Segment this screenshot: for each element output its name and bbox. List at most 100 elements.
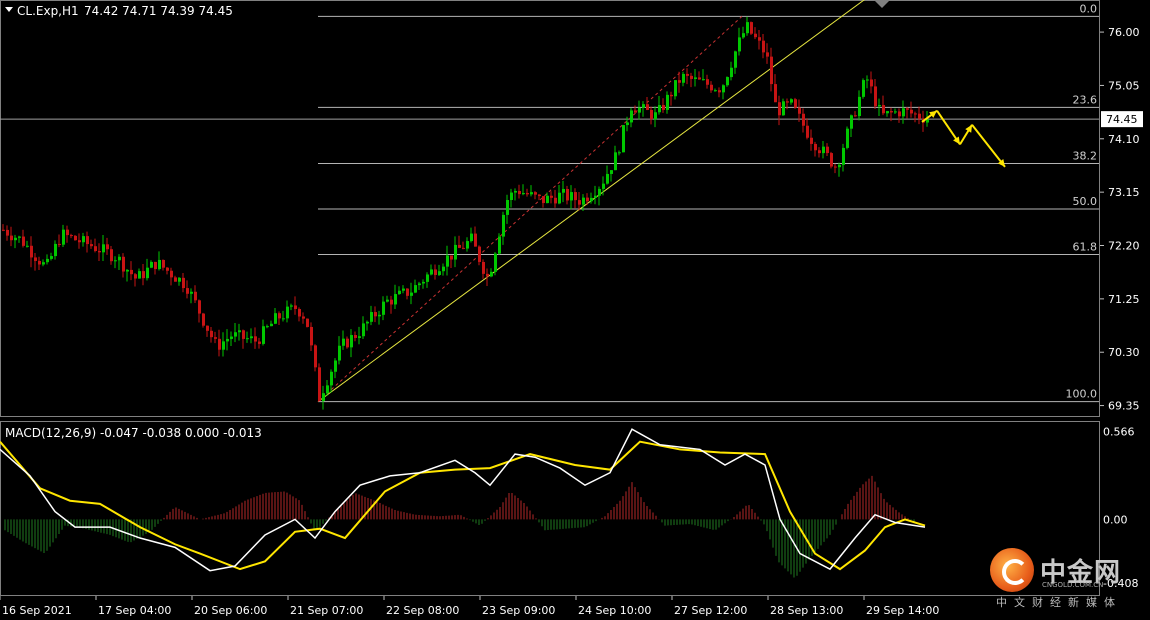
candle-body <box>390 299 393 305</box>
candle-body <box>334 360 337 372</box>
candle-body <box>674 80 677 97</box>
candle-body <box>910 109 913 114</box>
macd-tick-label: 0.00 <box>1103 513 1128 526</box>
candle-body <box>86 236 89 245</box>
candle-body <box>574 192 577 201</box>
price-chart[interactable]: CL.Exp,H1 74.42 74.71 74.39 74.45 MACD(1… <box>0 0 1150 620</box>
candle-body <box>194 291 197 301</box>
candle-body <box>742 33 745 38</box>
candle-body <box>538 194 541 197</box>
candle-body <box>654 112 657 120</box>
candle-body <box>490 271 493 277</box>
candle-body <box>338 345 341 361</box>
candle-body <box>394 294 397 305</box>
dropdown-triangle-icon[interactable] <box>5 7 13 12</box>
candle-body <box>414 285 417 293</box>
price-tick-label: 76.00 <box>1108 26 1140 39</box>
candle-body <box>78 240 81 243</box>
price-tick-label: 74.10 <box>1108 133 1140 146</box>
candle-body <box>222 341 225 350</box>
candle-body <box>26 245 29 247</box>
candle-body <box>702 79 705 81</box>
candle-body <box>558 192 561 204</box>
candle-body <box>714 90 717 92</box>
candle-body <box>406 288 409 296</box>
candle-body <box>770 56 773 85</box>
candle-body <box>914 113 917 115</box>
candle-body <box>786 101 789 103</box>
watermark-url: CNGOLD.COM.CN <box>1042 581 1104 589</box>
candle-body <box>278 313 281 319</box>
candle-body <box>638 107 641 113</box>
fib-level-label: 61.8 <box>1073 240 1098 253</box>
macd-signal-line <box>0 440 926 571</box>
candle-body <box>230 336 233 339</box>
candle-body <box>726 77 729 86</box>
candle-body <box>598 188 601 196</box>
candle-body <box>250 336 253 339</box>
candle-body <box>430 269 433 275</box>
candle-body <box>722 85 725 93</box>
candle-body <box>346 338 349 348</box>
candle-body <box>74 235 77 241</box>
candle-body <box>310 326 313 346</box>
symbol-label: CL.Exp,H1 <box>17 4 79 18</box>
candle-body <box>298 309 301 317</box>
candle-body <box>454 244 457 260</box>
candle-body <box>898 111 901 117</box>
candle-body <box>746 22 749 34</box>
fib-level-label: 38.2 <box>1073 150 1098 163</box>
candle-body <box>866 79 869 81</box>
candle-body <box>710 84 713 91</box>
candle-body <box>758 37 761 41</box>
candle-body <box>434 269 437 275</box>
candle-body <box>226 338 229 342</box>
candle-body <box>206 325 209 331</box>
candle-body <box>826 146 829 154</box>
candle-body <box>118 256 121 261</box>
candle-body <box>262 326 265 344</box>
trend-lines[interactable] <box>0 0 1099 403</box>
time-tick-label: 27 Sep 12:00 <box>674 604 747 617</box>
candle-body <box>686 73 689 76</box>
time-tick-label: 23 Sep 09:00 <box>482 604 555 617</box>
candle-body <box>294 305 297 310</box>
time-tick-label: 28 Sep 13:00 <box>770 604 843 617</box>
candle-body <box>182 277 185 289</box>
candle-body <box>122 256 125 272</box>
candle-body <box>154 261 157 270</box>
candle-body <box>778 102 781 116</box>
candle-body <box>606 173 609 184</box>
candle-body <box>602 183 605 189</box>
candle-body <box>358 336 361 338</box>
candle-body <box>174 277 177 282</box>
candle-body <box>158 259 161 270</box>
candle-body <box>818 150 821 154</box>
candle-body <box>30 245 33 258</box>
candle-body <box>670 94 673 97</box>
candle-body <box>450 255 453 260</box>
candle-body <box>58 243 61 245</box>
candle-body <box>90 244 93 247</box>
fibonacci-retracement[interactable]: 0.0 23.6 38.2 50.0 61.8 100.0 <box>318 2 1099 403</box>
candle-body <box>2 229 5 231</box>
candle-body <box>186 288 189 294</box>
candle-body <box>482 261 485 274</box>
candle-body <box>750 22 753 34</box>
candle-body <box>302 316 305 319</box>
candle-body <box>794 99 797 108</box>
candle-body <box>178 277 181 282</box>
candle-body <box>810 137 813 144</box>
candle-body <box>526 193 529 195</box>
candle-body <box>546 195 549 204</box>
candle-body <box>622 125 625 153</box>
candle-body <box>50 256 53 259</box>
time-tick-label: 21 Sep 07:00 <box>290 604 363 617</box>
candle-body <box>306 318 309 327</box>
candle-body <box>274 313 277 324</box>
candle-body <box>566 188 569 201</box>
candle-body <box>438 271 441 275</box>
candle-body <box>682 73 685 83</box>
candle-body <box>534 192 537 195</box>
candle-body <box>902 108 905 117</box>
